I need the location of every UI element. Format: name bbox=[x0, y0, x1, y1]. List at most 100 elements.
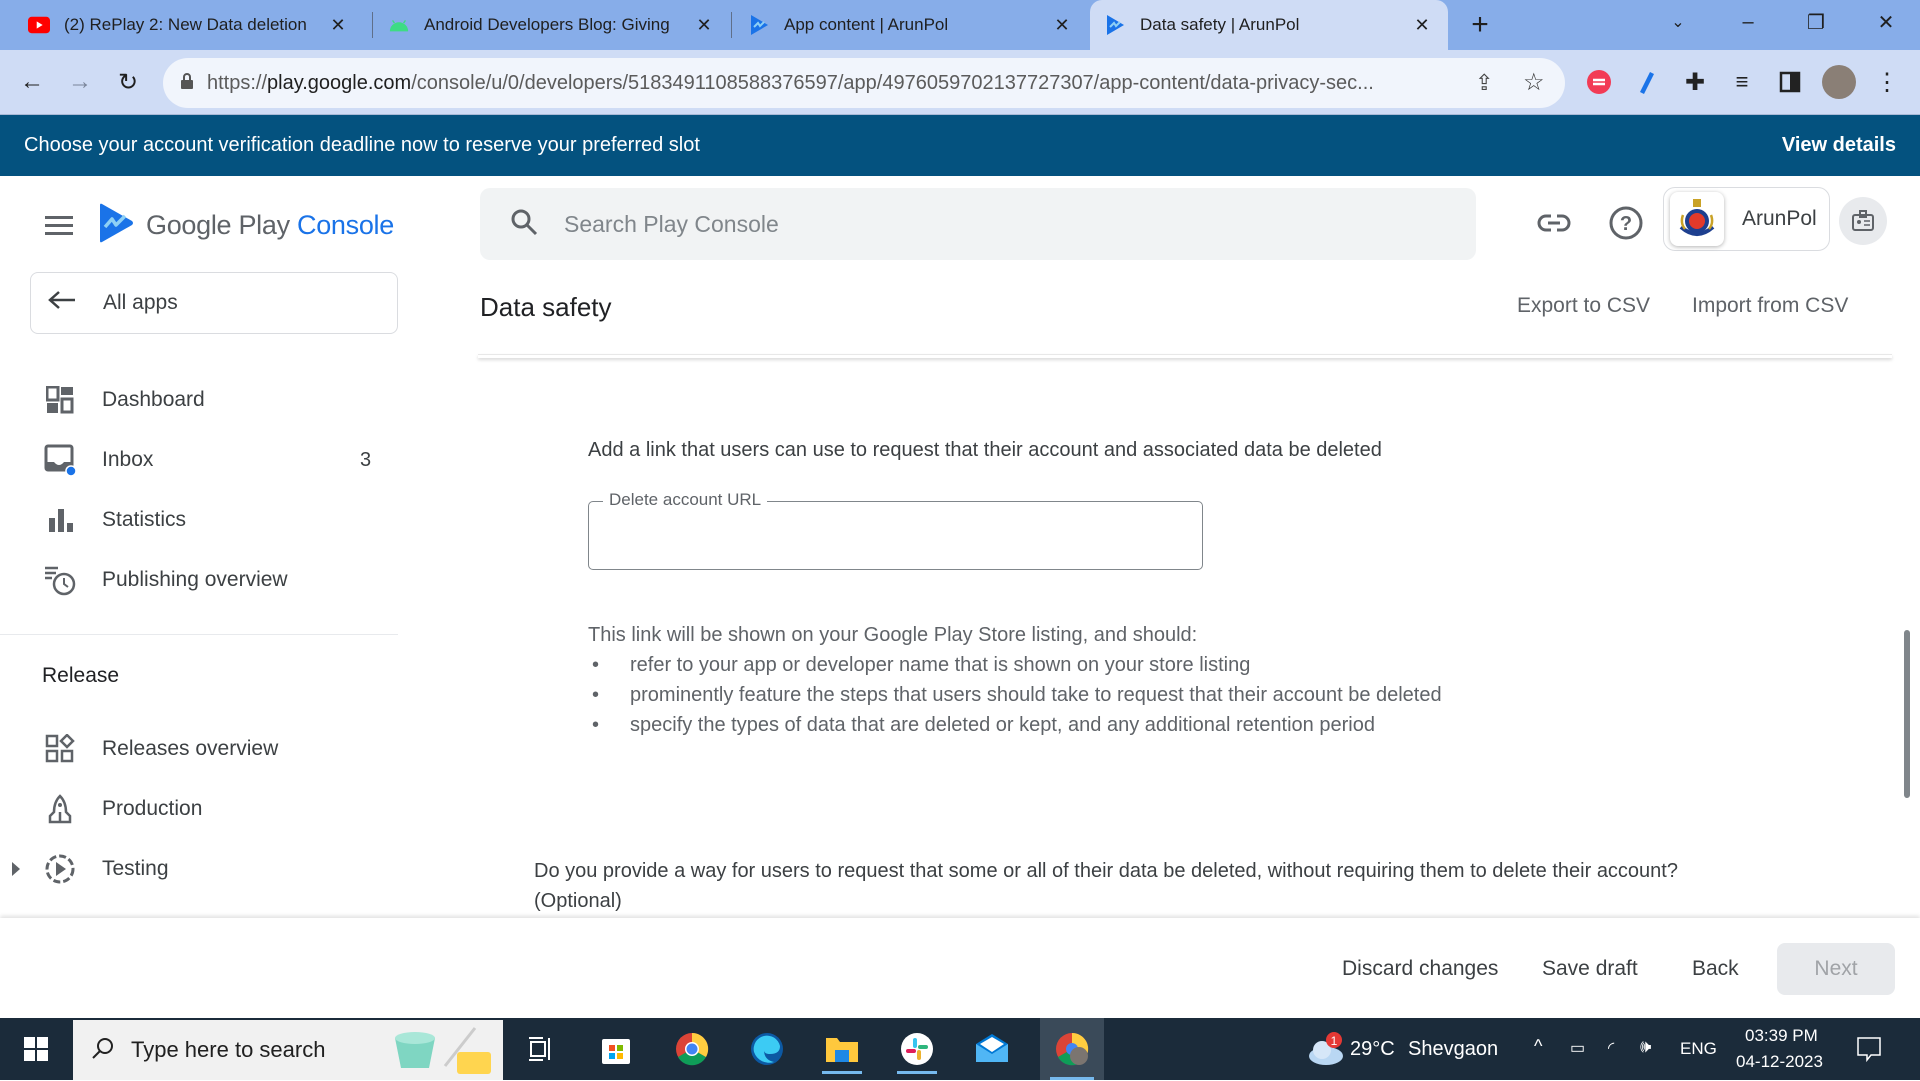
extension-red-icon[interactable] bbox=[1584, 67, 1614, 97]
all-apps-label: All apps bbox=[103, 291, 178, 314]
browser-toolbar: ← → ↻ https://play.google.com/console/u/… bbox=[0, 50, 1920, 115]
clock-time[interactable]: 03:39 PM bbox=[1745, 1026, 1818, 1046]
media-queue-icon[interactable]: ≡ bbox=[1727, 67, 1757, 97]
browser-tab-strip: (2) RePlay 2: New Data deletion ✕ Androi… bbox=[0, 0, 1920, 50]
close-window-button[interactable]: ✕ bbox=[1858, 0, 1914, 44]
form-action-bar: Discard changes Save draft Back Next bbox=[0, 918, 1920, 1018]
play-console-logo[interactable]: Google Play Console bbox=[98, 203, 394, 248]
rocket-icon bbox=[44, 793, 76, 825]
menu-hamburger-icon[interactable] bbox=[44, 210, 74, 240]
weather-cloud-icon[interactable]: 1 bbox=[1300, 1024, 1352, 1074]
reload-icon[interactable]: ↻ bbox=[110, 64, 146, 100]
next-button[interactable]: Next bbox=[1777, 943, 1895, 995]
android-icon bbox=[388, 14, 410, 36]
url-host: play.google.com bbox=[267, 71, 412, 94]
side-panel-icon[interactable] bbox=[1775, 67, 1805, 97]
slack-icon[interactable] bbox=[891, 1024, 943, 1074]
sidebar-item-testing[interactable]: Testing bbox=[0, 843, 398, 895]
link-requirements-intro: This link will be shown on your Google P… bbox=[588, 624, 1198, 646]
new-tab-button[interactable]: + bbox=[1452, 3, 1508, 47]
volume-icon[interactable]: 🕪 bbox=[1640, 1036, 1651, 1057]
logo-text: Google Play Console bbox=[146, 210, 394, 241]
back-arrow-icon bbox=[47, 290, 77, 316]
play-console-icon bbox=[1104, 14, 1126, 36]
minimize-button[interactable]: – bbox=[1720, 0, 1776, 44]
back-button[interactable]: Back bbox=[1680, 943, 1751, 995]
taskbar-search-box[interactable]: Type here to search bbox=[73, 1020, 503, 1080]
restore-button[interactable]: ❐ bbox=[1788, 0, 1844, 44]
sidebar-item-label: Releases overview bbox=[102, 737, 279, 760]
search-input[interactable] bbox=[564, 210, 1364, 238]
discard-changes-button[interactable]: Discard changes bbox=[1330, 943, 1510, 995]
import-csv-button[interactable]: Import from CSV bbox=[1692, 294, 1848, 318]
chrome-profile-active-icon[interactable] bbox=[1040, 1018, 1104, 1080]
sidebar-item-publishing-overview[interactable]: Publishing overview bbox=[0, 554, 398, 606]
sidebar-item-statistics[interactable]: Statistics bbox=[0, 494, 398, 546]
logo-text-accent: Console bbox=[297, 210, 394, 240]
developer-account-badge-icon[interactable] bbox=[1839, 197, 1887, 245]
browser-tab[interactable]: (2) RePlay 2: New Data deletion ✕ bbox=[14, 0, 364, 50]
battery-charging-icon[interactable]: ▭ bbox=[1570, 1038, 1585, 1058]
profile-avatar[interactable] bbox=[1822, 65, 1856, 99]
view-details-link[interactable]: View details bbox=[1782, 134, 1896, 157]
tab-separator bbox=[731, 12, 732, 38]
forward-arrow-icon[interactable]: → bbox=[62, 64, 98, 100]
microsoft-store-icon[interactable] bbox=[590, 1024, 642, 1074]
file-explorer-icon[interactable] bbox=[816, 1024, 868, 1074]
testing-play-icon bbox=[44, 853, 76, 885]
sidebar-item-dashboard[interactable]: Dashboard bbox=[0, 374, 398, 426]
sidebar-item-label: Testing bbox=[102, 857, 169, 880]
browser-tab[interactable]: Android Developers Blog: Giving ✕ bbox=[374, 0, 730, 50]
sidebar-item-inbox[interactable]: Inbox 3 bbox=[0, 434, 398, 486]
search-bar[interactable] bbox=[480, 188, 1476, 260]
extensions-puzzle-icon[interactable]: ✚ bbox=[1680, 67, 1710, 97]
notifications-icon[interactable] bbox=[1843, 1024, 1895, 1074]
play-console-logo-icon bbox=[98, 203, 134, 248]
search-icon bbox=[510, 208, 538, 241]
all-apps-button[interactable]: All apps bbox=[30, 272, 398, 334]
export-csv-button[interactable]: Export to CSV bbox=[1517, 294, 1650, 318]
expand-caret-icon[interactable] bbox=[12, 862, 20, 876]
close-tab-icon[interactable]: ✕ bbox=[1410, 15, 1434, 36]
task-view-icon[interactable] bbox=[514, 1024, 566, 1074]
save-draft-button[interactable]: Save draft bbox=[1530, 943, 1650, 995]
share-icon[interactable]: ⇪ bbox=[1475, 70, 1493, 96]
tab-title: Data safety | ArunPol bbox=[1140, 15, 1300, 34]
partial-deletion-question: Do you provide a way for users to reques… bbox=[534, 856, 1894, 916]
browser-tab-active[interactable]: Data safety | ArunPol ✕ bbox=[1090, 0, 1448, 50]
close-tab-icon[interactable]: ✕ bbox=[692, 15, 716, 36]
bar-chart-icon bbox=[44, 504, 76, 536]
logo-text-main: Google Play bbox=[146, 210, 297, 240]
help-icon[interactable]: ? bbox=[1605, 202, 1647, 244]
close-tab-icon[interactable]: ✕ bbox=[326, 15, 350, 36]
sidebar-item-production[interactable]: Production bbox=[0, 783, 398, 835]
back-arrow-icon[interactable]: ← bbox=[14, 64, 50, 100]
dashboard-icon bbox=[44, 384, 76, 416]
url-path: /console/u/0/developers/5183491108588376… bbox=[411, 71, 1374, 94]
app-selector-chip[interactable]: ArunPol bbox=[1663, 187, 1830, 251]
sidebar-item-releases-overview[interactable]: Releases overview bbox=[0, 723, 398, 775]
mail-icon[interactable] bbox=[966, 1024, 1018, 1074]
browser-tab[interactable]: App content | ArunPol ✕ bbox=[734, 0, 1088, 50]
browser-menu-icon[interactable]: ⋮ bbox=[1872, 67, 1902, 97]
edge-icon[interactable] bbox=[741, 1024, 793, 1074]
delete-account-url-input[interactable] bbox=[605, 524, 1185, 554]
requirement-item: prominently feature the steps that users… bbox=[588, 680, 1468, 710]
bookmark-star-icon[interactable]: ☆ bbox=[1523, 68, 1545, 97]
page-title: Data safety bbox=[480, 292, 612, 322]
page-scrollbar[interactable] bbox=[1904, 630, 1910, 798]
address-bar[interactable]: https://play.google.com/console/u/0/deve… bbox=[163, 58, 1565, 108]
weather-location: Shevgaon bbox=[1408, 1038, 1499, 1060]
close-tab-icon[interactable]: ✕ bbox=[1050, 15, 1074, 36]
chrome-icon[interactable] bbox=[666, 1024, 718, 1074]
wifi-icon[interactable]: ◜ bbox=[1608, 1038, 1614, 1058]
link-icon[interactable] bbox=[1533, 202, 1575, 244]
clock-date[interactable]: 04-12-2023 bbox=[1736, 1052, 1823, 1072]
input-language-indicator[interactable]: ENG bbox=[1680, 1039, 1717, 1059]
youtube-icon bbox=[28, 14, 50, 36]
tab-search-chevron-icon[interactable]: ⌄ bbox=[1650, 0, 1706, 44]
delete-account-url-field[interactable]: Delete account URL bbox=[588, 490, 1203, 570]
windows-start-icon[interactable] bbox=[10, 1024, 62, 1074]
extension-pen-icon[interactable] bbox=[1633, 67, 1663, 97]
tray-expand-chevron-icon[interactable]: ^ bbox=[1534, 1036, 1542, 1057]
